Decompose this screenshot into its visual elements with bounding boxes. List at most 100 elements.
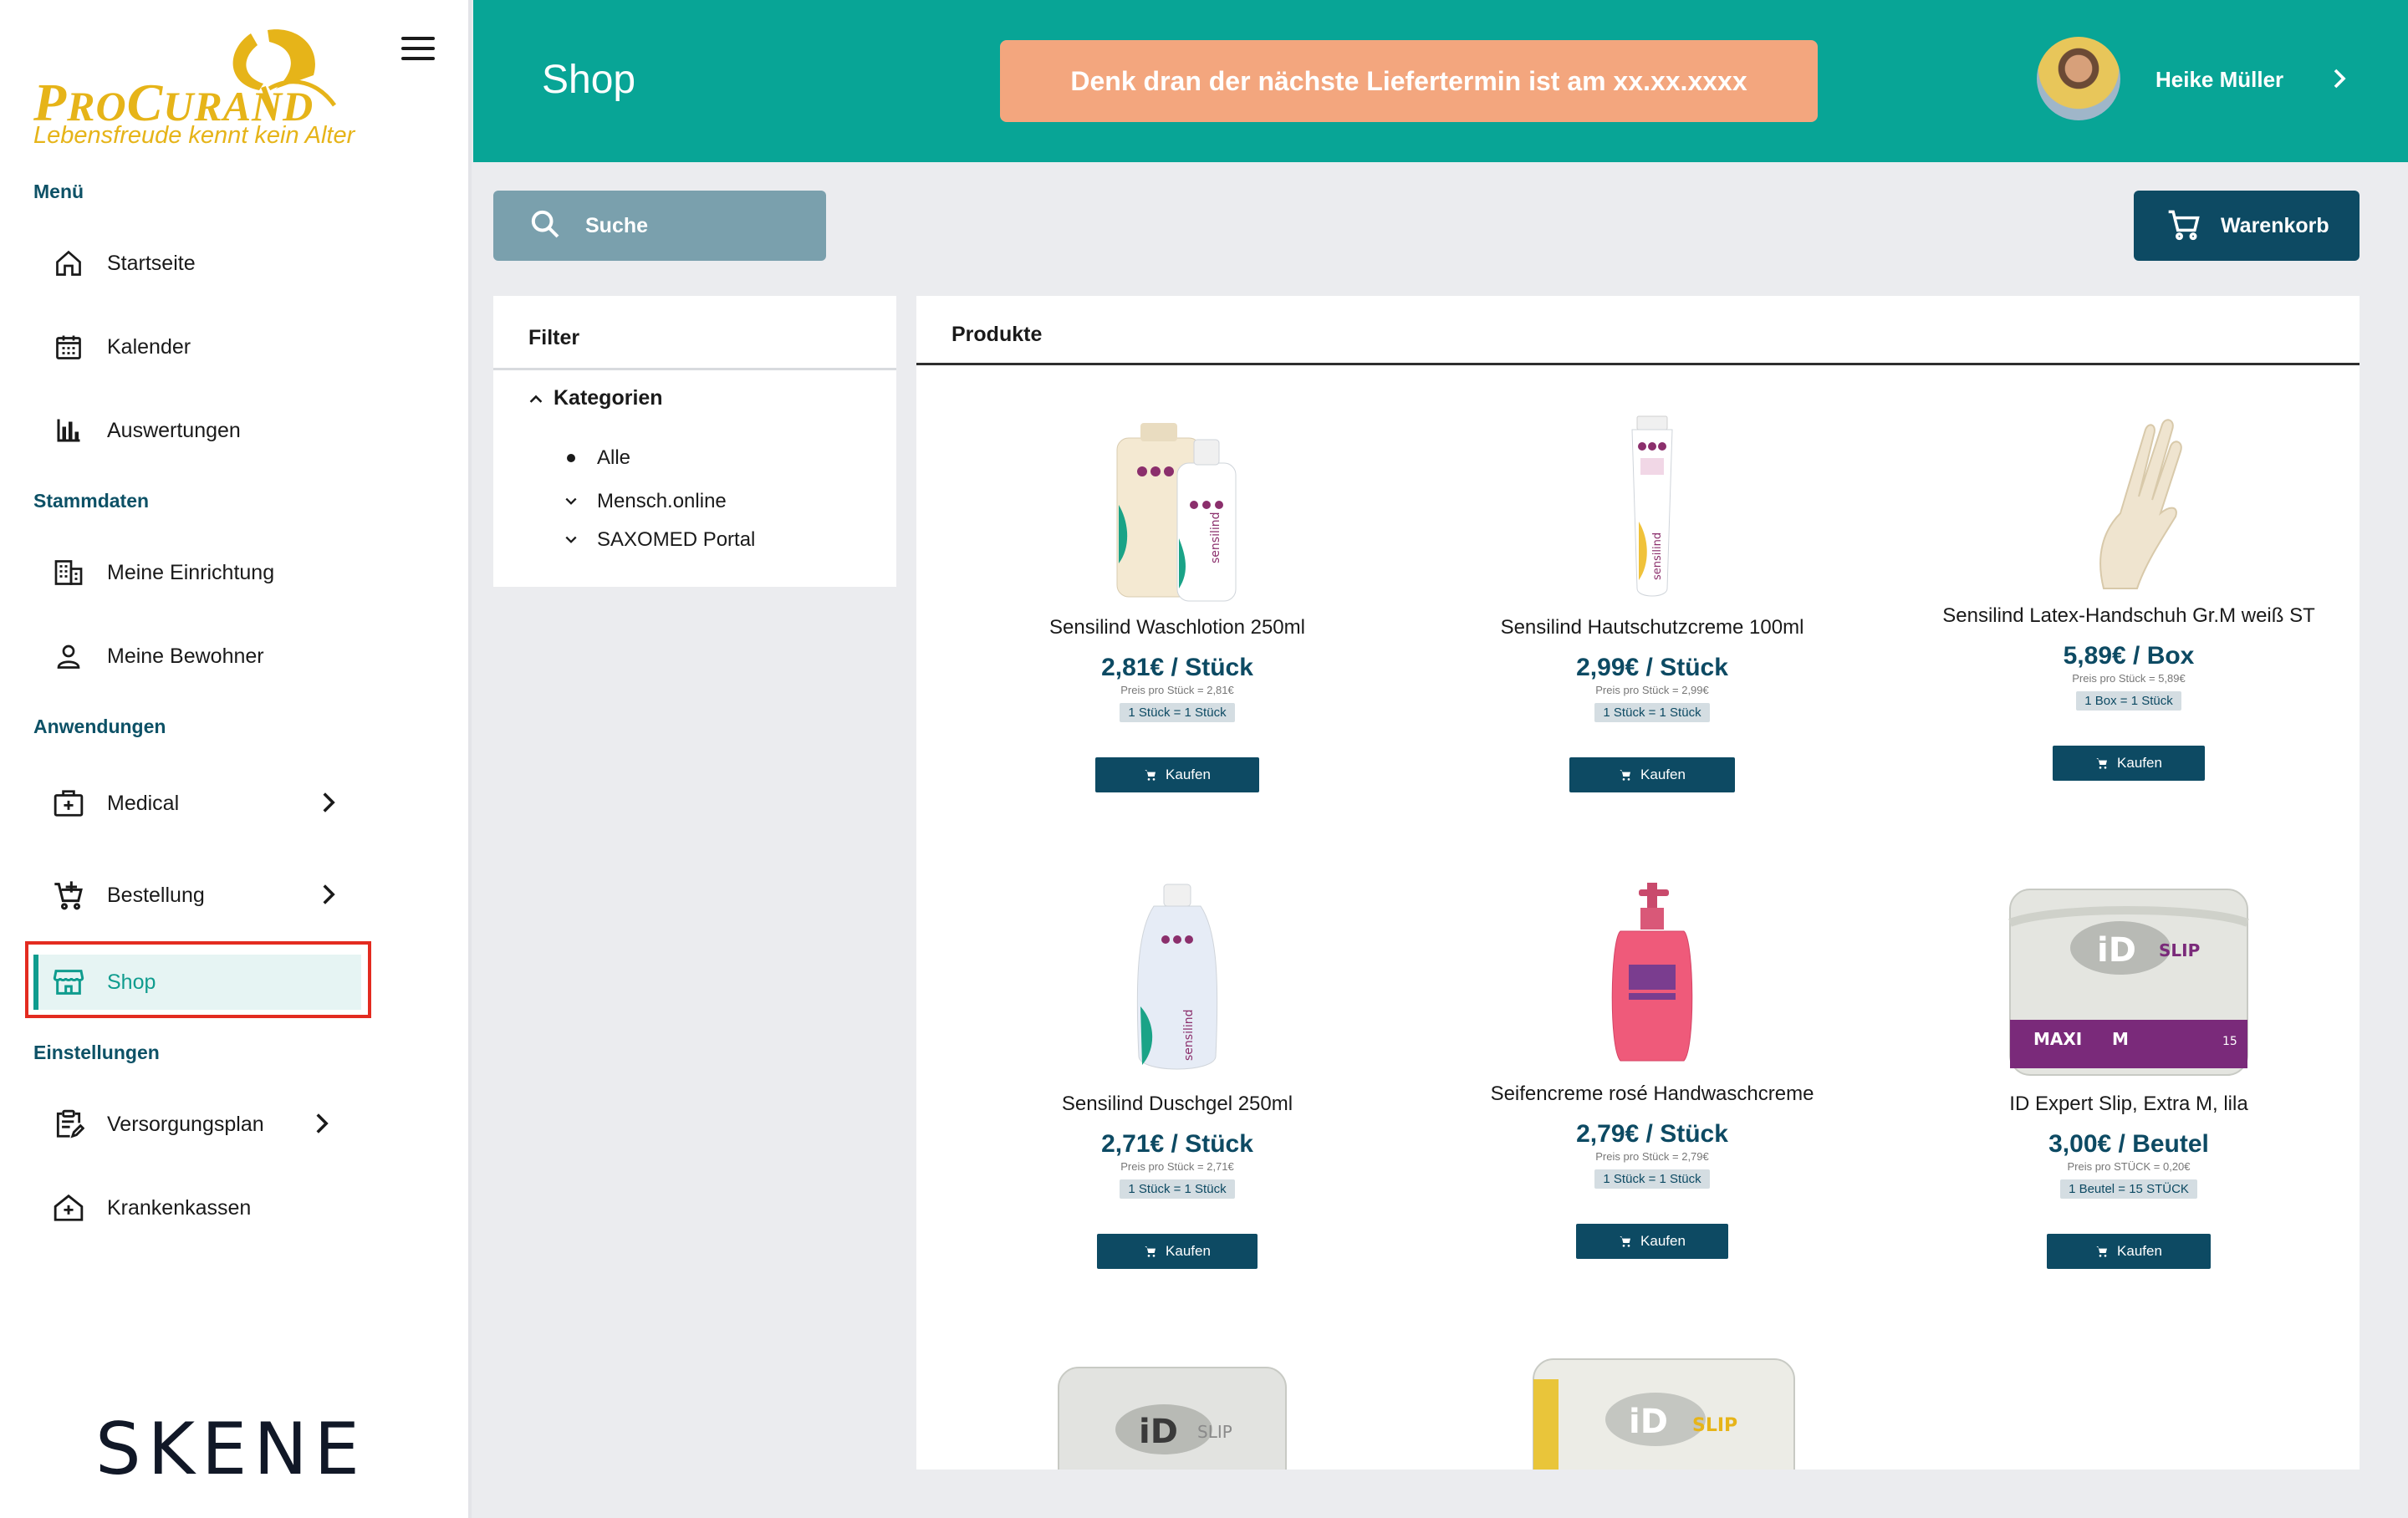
chevron-down-icon [562,497,580,507]
product-unit-price: Preis pro Stück = 2,79€ [1595,1150,1709,1163]
delivery-reminder-banner: Denk dran der nächste Liefertermin ist a… [1000,40,1818,122]
sidebar-item-label: Auswertungen [107,418,241,442]
buy-button-label: Kaufen [2117,755,2162,771]
sidebar-item-label: Medical [107,791,180,815]
chevron-right-icon [323,884,335,904]
cart-icon [2096,758,2108,769]
product-card: sensilind Sensilind Hautschutzcreme 100m… [1435,413,1870,792]
cart-icon [1145,770,1156,781]
category-item-alle[interactable]: Alle [562,446,630,470]
divider [493,368,896,370]
product-image-duschgel[interactable]: sensilind [1094,881,1261,1082]
category-head-label: Kategorien [554,386,663,410]
cart-add-icon [50,877,87,914]
svg-text:sensilind: sensilind [1209,512,1222,563]
svg-text:iD: iD [1139,1413,1178,1451]
products-title: Produkte [951,323,1043,346]
storefront-icon [50,964,87,1001]
buy-button[interactable]: Kaufen [1576,1224,1728,1259]
chevron-right-icon[interactable] [2331,67,2348,90]
sidebar-item-kalender[interactable]: Kalender [33,319,361,374]
svg-text:MAXI: MAXI [2033,1029,2082,1049]
cart-icon [2096,1246,2108,1257]
sidebar-item-meine-bewohner[interactable]: Meine Bewohner [33,629,361,684]
product-price: 2,71€ / Stück [1101,1130,1253,1158]
sidebar-item-label: Versorgungsplan [107,1112,264,1136]
sidebar-item-medical[interactable]: Medical [33,776,361,831]
sidebar-item-bestellung[interactable]: Bestellung [33,868,361,923]
calendar-icon [50,329,87,365]
product-name: Seifencreme rosé Handwaschcreme [1490,1082,1814,1105]
procurand-logo[interactable]: PROCURAND Lebensfreude kennt kein Alter [33,25,385,159]
product-name: Sensilind Waschlotion 250ml [1049,616,1305,639]
page-title: Shop [542,58,636,102]
product-image-waschlotion[interactable]: sensilind [1094,413,1261,605]
category-item-mensch-online[interactable]: Mensch.online [562,490,727,513]
product-name: Sensilind Duschgel 250ml [1061,1093,1293,1115]
sidebar-item-meine-einrichtung[interactable]: Meine Einrichtung [33,545,361,600]
sidebar-item-versorgungsplan[interactable]: Versorgungsplan [33,1097,361,1152]
search-button-label: Suche [585,213,649,237]
product-unit-badge: 1 Stück = 1 Stück [1594,703,1710,722]
category-label: Alle [597,446,631,469]
cart-button[interactable]: Warenkorb [2134,191,2360,261]
product-image-hautschutzcreme[interactable]: sensilind [1569,413,1736,605]
bar-chart-icon [50,412,87,449]
product-unit-price: Preis pro Stück = 2,99€ [1595,684,1709,696]
skene-logo: SKENE [95,1408,366,1491]
product-image-partial[interactable]: iD SLIP [1055,1363,1289,1470]
sidebar-item-auswertungen[interactable]: Auswertungen [33,403,361,458]
medical-kit-icon [50,785,87,822]
cart-icon [1620,1236,1631,1247]
product-unit-price: Preis pro STÜCK = 0,20€ [2067,1160,2191,1173]
shopping-cart-icon [2166,206,2202,247]
product-unit-price: Preis pro Stück = 2,71€ [1120,1160,1234,1173]
sidebar-item-shop[interactable]: Shop [33,955,361,1010]
svg-text:SLIP: SLIP [1197,1422,1232,1442]
category-label: SAXOMED Portal [597,528,756,551]
svg-text:SLIP: SLIP [1692,1415,1737,1436]
product-card: Seifencreme rosé Handwaschcreme 2,79€ / … [1435,881,1870,1259]
hamburger-menu-icon[interactable] [401,37,435,64]
product-card: iD SLIP MAXI M 15 ID Expert Slip, Extra … [1911,881,2346,1269]
sidebar-item-krankenkassen[interactable]: Krankenkassen [33,1180,361,1235]
product-image-latex-handschuh[interactable] [2045,413,2212,593]
divider [916,363,2360,365]
sidebar-item-label: Startseite [107,251,196,275]
buy-button[interactable]: Kaufen [2047,1234,2211,1269]
buy-button[interactable]: Kaufen [1569,757,1735,792]
category-toggle[interactable]: Kategorien [528,386,663,410]
product-name: Sensilind Hautschutzcreme 100ml [1500,616,1804,639]
svg-text:M: M [2112,1029,2129,1049]
category-item-saxomed-portal[interactable]: SAXOMED Portal [562,528,755,552]
product-name: ID Expert Slip, Extra M, lila [2009,1093,2248,1115]
product-image-id-expert-slip[interactable]: iD SLIP MAXI M 15 [2003,881,2254,1082]
user-name[interactable]: Heike Müller [2155,67,2283,93]
buy-button-label: Kaufen [1166,767,1211,782]
sidebar-item-label: Shop [107,970,156,994]
health-insurance-icon [50,1189,87,1226]
svg-text:sensilind: sensilind [1182,1009,1196,1061]
buy-button[interactable]: Kaufen [1097,1234,1258,1269]
product-unit-badge: 1 Beutel = 15 STÜCK [2060,1179,2197,1199]
products-panel: Produkte sensilind Sensilind Waschlotion… [916,296,2360,1470]
section-menu: Menü [33,181,84,202]
svg-text:iD: iD [1629,1403,1668,1441]
section-stammdaten: Stammdaten [33,490,150,512]
search-button[interactable]: Suche [493,191,826,261]
sidebar-item-startseite[interactable]: Startseite [33,236,361,291]
search-icon [528,207,562,245]
svg-text:sensilind: sensilind [1651,532,1664,580]
clipboard-edit-icon [50,1106,87,1143]
product-unit-badge: 1 Stück = 1 Stück [1120,1179,1235,1199]
sidebar-item-label: Krankenkassen [107,1195,252,1220]
avatar[interactable] [2037,37,2120,120]
product-unit-price: Preis pro Stück = 5,89€ [2072,672,2186,685]
cart-icon [1145,1246,1156,1257]
product-image-seifencreme[interactable] [1569,881,1736,1072]
buy-button[interactable]: Kaufen [2053,746,2205,781]
buy-button[interactable]: Kaufen [1095,757,1259,792]
product-card: Sensilind Latex-Handschuh Gr.M weiß ST 5… [1911,413,2346,781]
product-image-partial[interactable]: iD SLIP [1530,1354,1798,1470]
buy-button-label: Kaufen [1640,767,1686,782]
